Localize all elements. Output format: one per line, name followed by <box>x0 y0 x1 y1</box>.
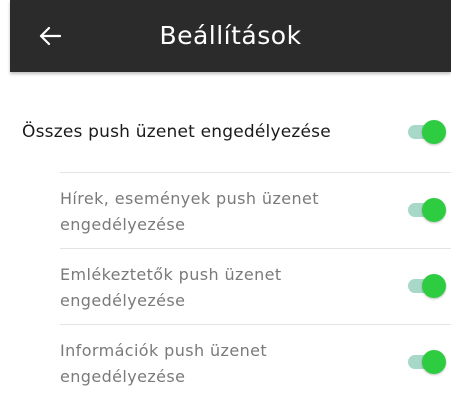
news-events-label: Hírek, események push üzenet engedélyezé… <box>60 186 360 238</box>
settings-row-all-push: Összes push üzenet engedélyezése <box>22 100 451 172</box>
toggle-thumb <box>422 274 446 298</box>
app-bar: Beállítások <box>10 0 451 72</box>
settings-row-information: Információk push üzenet engedélyezése <box>22 324 451 396</box>
toggle-thumb <box>422 350 446 374</box>
settings-row-reminders: Emlékeztetők push üzenet engedélyezése <box>22 248 451 324</box>
reminders-toggle[interactable] <box>408 274 446 298</box>
back-button[interactable] <box>32 18 68 54</box>
toggle-thumb <box>422 198 446 222</box>
news-events-toggle[interactable] <box>408 198 446 222</box>
page-title: Beállítások <box>159 21 302 50</box>
reminders-label-line1: Emlékeztetők push üzenet <box>60 265 282 284</box>
all-push-label: Összes push üzenet engedélyezése <box>22 122 331 142</box>
news-events-label-line1: Hírek, események push üzenet <box>60 189 319 208</box>
reminders-label-line2: engedélyezése <box>60 291 186 310</box>
arrow-left-icon <box>39 26 61 46</box>
information-label-line2: engedélyezése <box>60 367 186 386</box>
settings-row-news-events: Hírek, események push üzenet engedélyezé… <box>22 172 451 248</box>
information-label: Információk push üzenet engedélyezése <box>60 338 360 390</box>
reminders-label: Emlékeztetők push üzenet engedélyezése <box>60 262 360 314</box>
information-label-line1: Információk push üzenet <box>60 341 268 360</box>
all-push-toggle[interactable] <box>408 120 446 144</box>
news-events-label-line2: engedélyezése <box>60 215 186 234</box>
information-toggle[interactable] <box>408 350 446 374</box>
settings-screen: Beállítások Összes push üzenet engedélye… <box>0 0 451 396</box>
toggle-thumb <box>422 120 446 144</box>
